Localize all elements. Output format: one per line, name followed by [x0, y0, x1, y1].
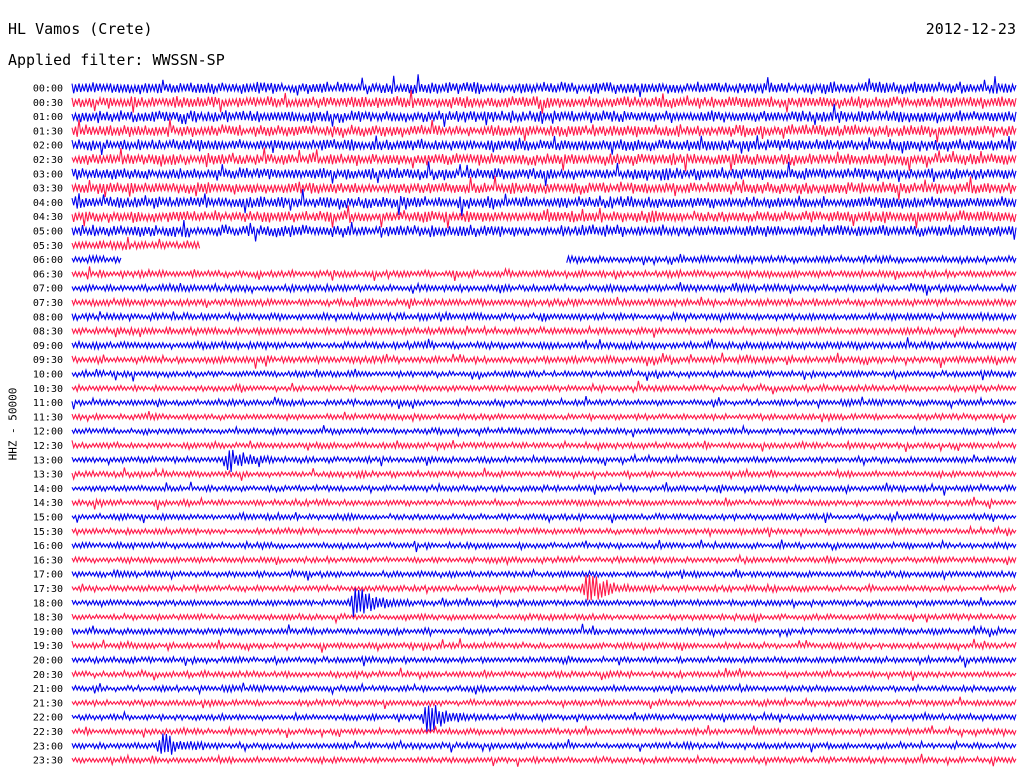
row-time-label: 14:30 — [33, 498, 63, 509]
seismic-trace-row — [71, 205, 1017, 229]
row-time-label: 23:30 — [33, 756, 63, 767]
row-time-label: 13:00 — [33, 455, 63, 466]
row-time-label: 17:30 — [33, 584, 63, 595]
seismic-trace-row — [71, 337, 1017, 352]
row-time-label: 12:00 — [33, 427, 63, 438]
row-time-label: 01:30 — [33, 126, 63, 137]
seismic-trace-row — [71, 395, 1017, 410]
row-time-label: 06:30 — [33, 269, 63, 280]
row-time-label: 05:00 — [33, 227, 63, 238]
seismic-trace-row — [71, 623, 1017, 639]
seismic-trace-row — [71, 449, 1017, 472]
seismic-trace-row — [71, 696, 1017, 710]
seismic-trace-row — [71, 638, 1017, 653]
seismic-trace-row — [71, 553, 1017, 567]
row-time-label: 19:30 — [33, 641, 63, 652]
row-time-label: 16:30 — [33, 555, 63, 566]
row-time-label: 22:30 — [33, 727, 63, 738]
seismic-trace-row — [71, 281, 1017, 296]
seismic-trace-row — [71, 253, 1017, 267]
row-time-label: 00:30 — [33, 98, 63, 109]
row-time-label: 11:00 — [33, 398, 63, 409]
seismic-trace-row — [71, 161, 1017, 187]
row-time-label: 17:00 — [33, 570, 63, 581]
row-time-label: 21:00 — [33, 684, 63, 695]
seismic-trace-row — [71, 380, 1017, 395]
row-time-label: 05:30 — [33, 241, 63, 252]
row-time-label: 10:30 — [33, 384, 63, 395]
seismic-trace-row — [71, 439, 1017, 453]
row-time-label: 13:30 — [33, 470, 63, 481]
seismic-trace-row — [71, 296, 1017, 309]
row-time-label: 08:30 — [33, 327, 63, 338]
row-time-label: 07:30 — [33, 298, 63, 309]
row-time-label: 07:00 — [33, 284, 63, 295]
row-time-label: 09:00 — [33, 341, 63, 352]
row-time-label: 15:00 — [33, 513, 63, 524]
seismic-trace-row — [71, 310, 1017, 324]
seismic-trace-row — [71, 724, 1017, 739]
seismic-trace-row — [71, 266, 1017, 281]
row-time-label: 15:30 — [33, 527, 63, 538]
seismic-trace-row — [71, 588, 1017, 618]
seismic-trace-row — [71, 135, 1017, 155]
row-time-label: 20:00 — [33, 656, 63, 667]
seismic-trace-row — [71, 612, 1017, 625]
row-time-label: 06:00 — [33, 255, 63, 266]
seismic-trace-row — [71, 103, 1017, 127]
row-time-label: 12:30 — [33, 441, 63, 452]
seismic-trace-row — [71, 567, 1017, 582]
row-time-label: 00:00 — [33, 84, 63, 95]
row-time-label: 10:00 — [33, 370, 63, 381]
seismic-trace-row — [71, 118, 1017, 143]
row-time-label: 04:30 — [33, 212, 63, 223]
seismic-trace-row — [71, 496, 1017, 511]
row-time-label: 01:00 — [33, 112, 63, 123]
row-time-label: 18:30 — [33, 613, 63, 624]
seismic-trace-row — [71, 236, 201, 252]
seismic-trace-row — [71, 147, 1017, 172]
seismic-trace-row — [71, 753, 1017, 767]
seismic-trace-row — [71, 466, 1017, 482]
seismic-trace-row — [71, 324, 1017, 338]
seismic-trace-row — [71, 733, 1017, 755]
row-time-label: 08:00 — [33, 312, 63, 323]
row-time-label: 03:30 — [33, 184, 63, 195]
row-time-label: 09:30 — [33, 355, 63, 366]
row-time-label: 11:30 — [33, 412, 63, 423]
row-time-label: 02:30 — [33, 155, 63, 166]
seismic-trace-row — [71, 654, 1017, 668]
seismic-trace-row — [71, 538, 1017, 553]
row-time-label: 04:00 — [33, 198, 63, 209]
seismic-trace-row — [71, 481, 1017, 496]
row-time-label: 18:00 — [33, 598, 63, 609]
row-time-label: 19:00 — [33, 627, 63, 638]
helicorder-plot: 00:00 00:30 01:00 01:30 02:00 02:30 03:00 03:30… — [33, 74, 1017, 767]
seismic-trace-row — [71, 219, 1017, 242]
seismic-trace-row — [71, 574, 1017, 601]
seismic-trace-row — [71, 682, 1017, 696]
row-time-label: 14:00 — [33, 484, 63, 495]
seismic-trace-row — [71, 524, 1017, 539]
seismic-trace-row — [71, 510, 1017, 524]
row-time-label: 23:00 — [33, 741, 63, 752]
row-time-label: 03:00 — [33, 169, 63, 180]
row-time-label: 16:00 — [33, 541, 63, 552]
row-time-label: 02:00 — [33, 141, 63, 152]
seismic-trace-row — [71, 175, 1017, 200]
seismic-trace-row — [71, 352, 1017, 369]
row-time-label: 22:00 — [33, 713, 63, 724]
seismic-trace-row — [71, 410, 1017, 424]
row-time-label: 21:30 — [33, 698, 63, 709]
row-time-label: 20:30 — [33, 670, 63, 681]
seismic-trace-row — [71, 667, 1017, 681]
seismic-trace-row — [71, 423, 1017, 438]
seismic-trace-row — [71, 367, 1017, 382]
seismic-trace-row — [71, 74, 1017, 98]
